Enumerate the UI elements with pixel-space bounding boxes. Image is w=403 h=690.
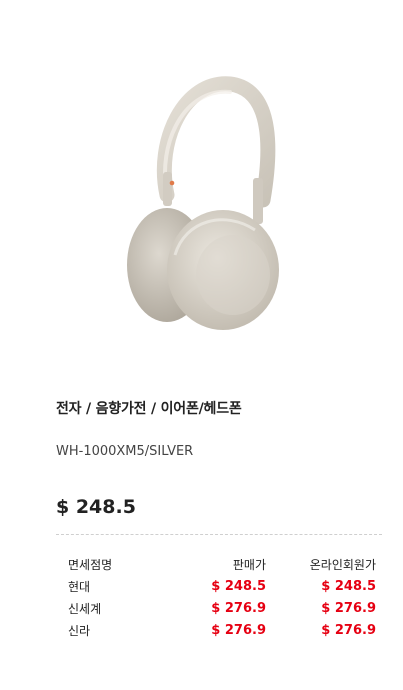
table-row: 현대 $ 248.5 $ 248.5 (56, 575, 376, 597)
sale-price: $ 248.5 (211, 578, 266, 594)
duty-free-price-table: 면세점명 판매가 온라인회원가 현대 $ 248.5 $ 248.5 신세계 $… (56, 553, 376, 641)
store-name: 신라 (68, 623, 91, 638)
table-header-row: 면세점명 판매가 온라인회원가 (56, 553, 376, 575)
product-model-name: WH-1000XM5/SILVER (56, 444, 194, 459)
header-sale-price: 판매가 (232, 557, 266, 572)
product-price: $ 248.5 (56, 496, 136, 518)
sale-price: $ 276.9 (211, 622, 266, 638)
sale-price: $ 276.9 (211, 600, 266, 616)
product-image (115, 70, 285, 335)
store-name: 신세계 (68, 601, 102, 616)
table-row: 신라 $ 276.9 $ 276.9 (56, 619, 376, 641)
online-member-price: $ 248.5 (321, 578, 376, 594)
divider (56, 534, 382, 535)
product-category-breadcrumb: 전자 / 음향가전 / 이어폰/헤드폰 (56, 401, 242, 417)
store-name: 현대 (68, 579, 91, 594)
online-member-price: $ 276.9 (321, 622, 376, 638)
header-online-member-price: 온라인회원가 (309, 557, 376, 572)
header-store: 면세점명 (68, 557, 113, 572)
online-member-price: $ 276.9 (321, 600, 376, 616)
table-row: 신세계 $ 276.9 $ 276.9 (56, 597, 376, 619)
